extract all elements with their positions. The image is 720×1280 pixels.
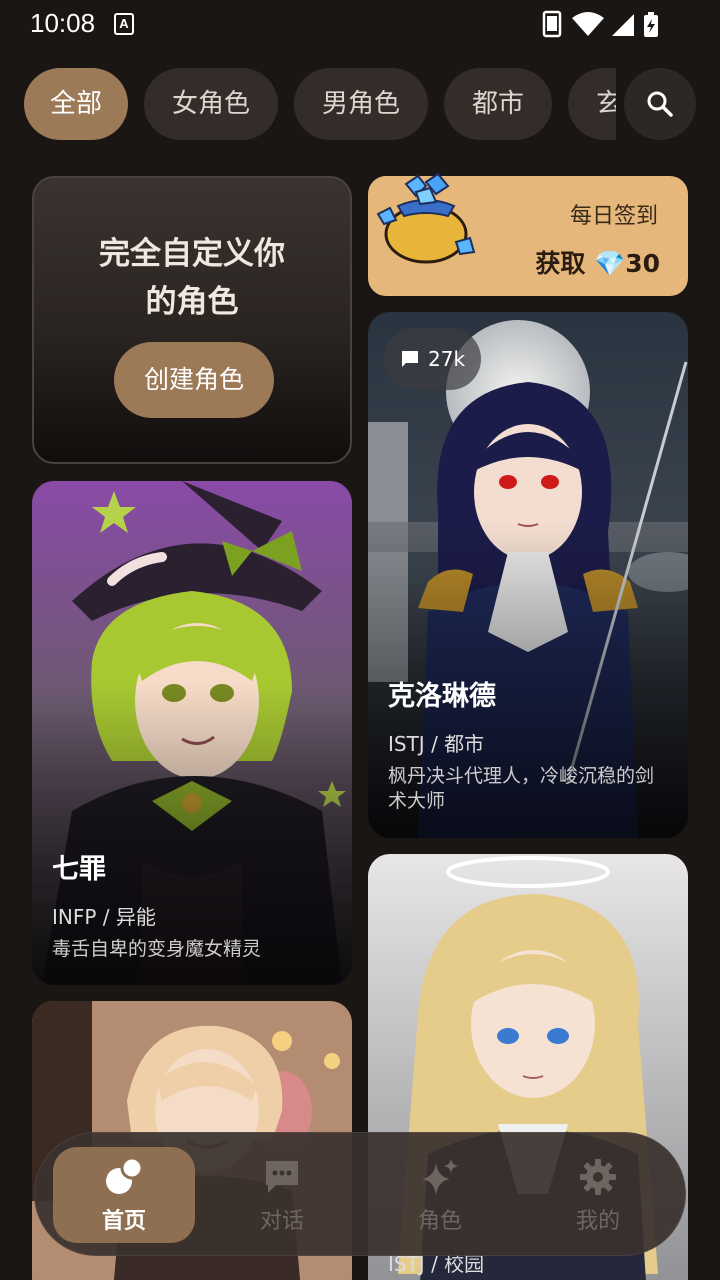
character-name: 克洛琳德 xyxy=(388,681,496,712)
character-mbti-tag: ISTJ / 都市 xyxy=(388,732,485,756)
signal-icon xyxy=(612,14,634,36)
nav-label-chat: 对话 xyxy=(259,1209,304,1234)
chat-icon xyxy=(402,351,418,367)
filter-chip-fantasy[interactable]: 玄 xyxy=(568,68,616,140)
gear-icon xyxy=(580,1159,616,1195)
bottom-navigation: 首页 对话 角色 我的 xyxy=(34,1132,686,1256)
filter-bar: 全部 女角色 男角色 都市玄 xyxy=(0,68,720,140)
nav-tab-home[interactable]: 首页 xyxy=(53,1147,195,1243)
character-card-qizui[interactable]: 七罪 INFP / 异能 毒舌自卑的变身魔女精灵 xyxy=(32,481,352,985)
character-card-clorinde[interactable]: 27k 克洛琳德 ISTJ / 都市 枫丹决斗代理人，冷峻沉稳的剑术大师 xyxy=(368,312,688,838)
daily-checkin-title: 每日签到 xyxy=(569,204,658,229)
create-card-title-line1: 完全自定义你 xyxy=(99,236,285,272)
character-description: 枫丹决斗代理人，冷峻沉稳的剑术大师 xyxy=(388,765,655,812)
filter-chip-city[interactable]: 都市 xyxy=(444,68,553,140)
battery-icon xyxy=(644,12,658,37)
search-button[interactable] xyxy=(624,68,696,140)
nav-tab-profile[interactable]: 我的 xyxy=(527,1147,669,1243)
chat-icon xyxy=(266,1161,298,1193)
chat-count-badge: 27k xyxy=(384,328,482,390)
character-description: 毒舌自卑的变身魔女精灵 xyxy=(52,938,262,960)
home-bubbles-icon xyxy=(106,1157,144,1194)
status-icons xyxy=(542,10,658,38)
filter-chip-all[interactable]: 全部 xyxy=(24,68,129,140)
nav-label-home: 首页 xyxy=(101,1209,146,1234)
filter-chips: 全部 女角色 男角色 都市玄 xyxy=(24,68,616,140)
diamond-icon: 💎 xyxy=(594,249,626,278)
filter-chip-male[interactable]: 男角色 xyxy=(294,68,429,140)
status-time: 10:08 xyxy=(30,8,96,38)
notification-a-icon: A xyxy=(114,13,134,35)
daily-checkin-card[interactable]: 每日签到 获取 💎30 xyxy=(368,172,688,296)
create-card-title-line2: 的角色 xyxy=(145,284,239,320)
create-character-card: 完全自定义你 的角色 创建角色 xyxy=(32,176,352,464)
nav-tab-characters[interactable]: 角色 xyxy=(369,1147,511,1243)
create-card-title: 完全自定义你 的角色 xyxy=(34,230,350,326)
nav-label-characters: 角色 xyxy=(417,1209,462,1234)
character-mbti-tag: INFP / 异能 xyxy=(52,905,156,929)
sparkle-icon xyxy=(422,1159,458,1195)
phone-icon xyxy=(542,10,562,38)
daily-reward-amount: 30 xyxy=(625,249,660,278)
wifi-icon xyxy=(572,12,604,36)
status-bar: 10:08 A xyxy=(0,0,720,48)
create-character-button[interactable]: 创建角色 xyxy=(114,342,274,418)
nav-tab-chat[interactable]: 对话 xyxy=(211,1147,353,1243)
daily-reward: 获取 💎30 xyxy=(535,244,660,280)
daily-reward-label: 获取 xyxy=(535,249,595,278)
chat-count: 27k xyxy=(428,347,466,371)
nav-label-profile: 我的 xyxy=(575,1209,620,1234)
gem-bag-icon xyxy=(376,172,476,264)
character-name: 七罪 xyxy=(52,854,106,885)
search-icon xyxy=(647,91,673,117)
filter-chip-female[interactable]: 女角色 xyxy=(144,68,279,140)
